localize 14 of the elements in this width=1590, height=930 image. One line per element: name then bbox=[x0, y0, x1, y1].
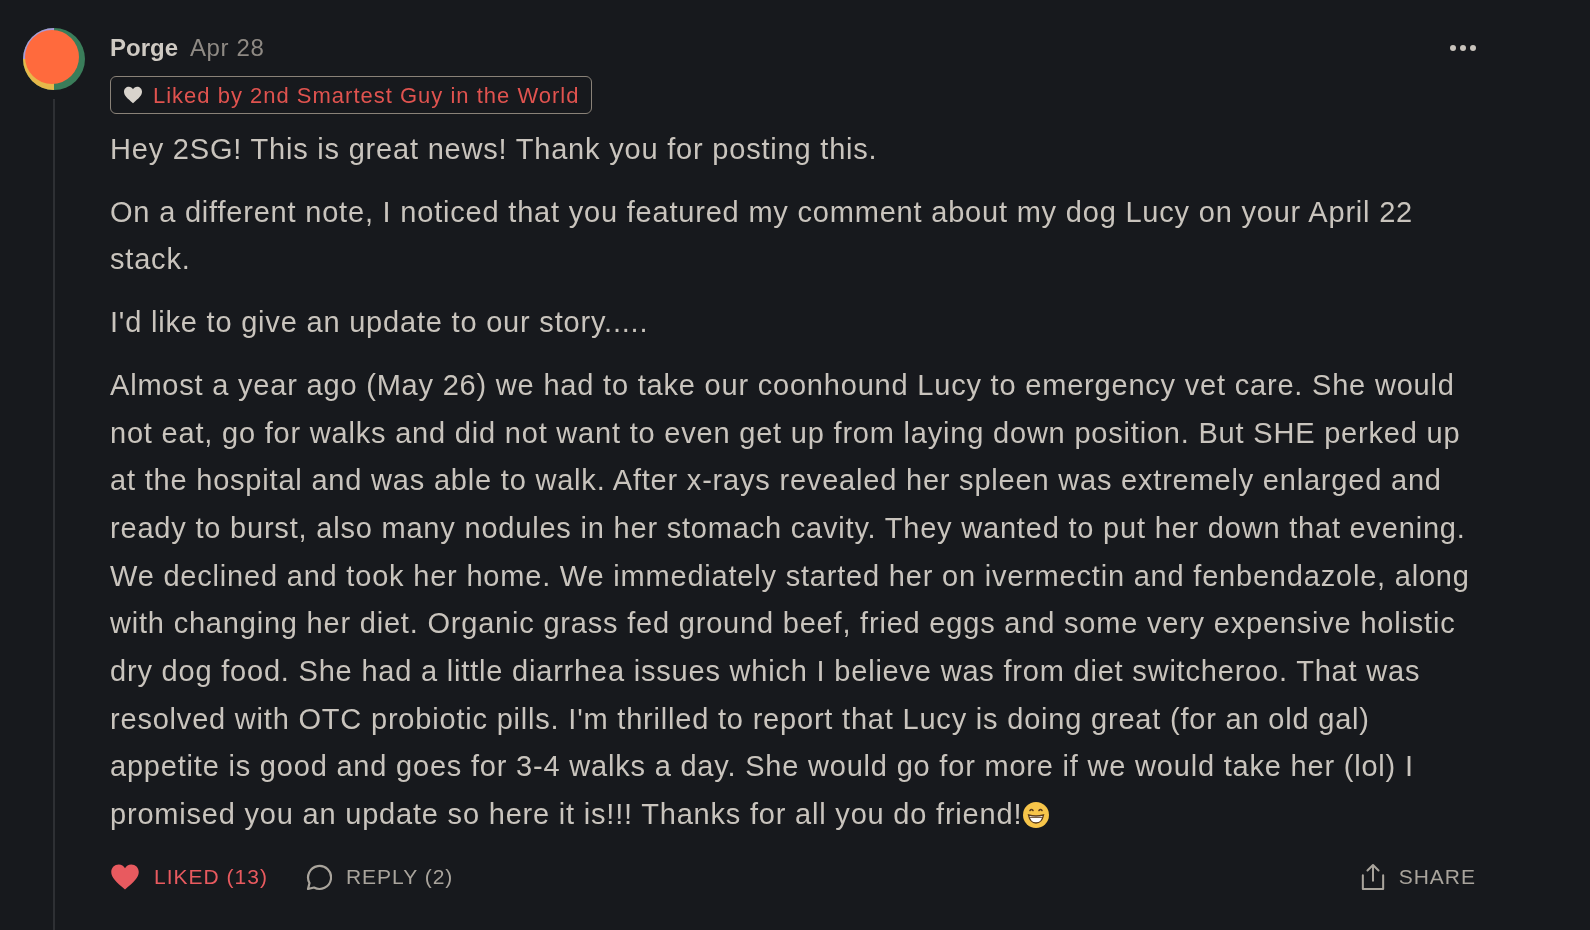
heart-icon bbox=[123, 86, 143, 104]
author-name[interactable]: Porge bbox=[110, 30, 178, 66]
comment-paragraph: I'd like to give an update to our story..... bbox=[110, 305, 650, 341]
comment-paragraph: Almost a year ago (May 26) we had to take our coonhound Lucy to emergency vet care. She would not eat, go for walks and did not want to even get up from laying down position. But SHE perked up at the hospital and was able to walk. After x-rays revealed her spleen was extremely enlarged and ready to burst, also many nodules in her stomach cavity. They wanted to put her down that evening. We declined and took her home. We immediately started her on ivermectin and fenbendazole, along with changing her diet. Organic grass fed ground beef, fried eggs and some very expensive holistic dry dog food. She had a little diarrhea issues which I believe was from diet switcheroo. That was resolved with OTC probiotic pills. I'm thrilled to report that Lucy is doing great (for an old gal) appetite is good and goes for 3-4 walks a day. She would go for more if we would take her (lol) I promised you an update so here it is!!! Thanks for all you do friend! bbox=[110, 367, 1471, 833]
comment-date[interactable]: Apr 28 bbox=[190, 30, 265, 66]
ellipsis-icon bbox=[1450, 45, 1476, 51]
like-button[interactable]: LIKED (13) bbox=[110, 860, 268, 893]
badge-text: Liked by 2nd Smartest Guy in the World bbox=[153, 81, 580, 110]
avatar-icon bbox=[22, 27, 86, 91]
share-icon bbox=[1360, 862, 1385, 891]
comment-paragraph: On a different note, I noticed that you featured my comment about my dog Lucy on your April 22 stack. bbox=[110, 194, 1415, 278]
share-button[interactable]: SHARE bbox=[1360, 860, 1476, 893]
comment-paragraph: Hey 2SG! This is great news! Thank you for posting this. bbox=[110, 132, 879, 167]
reply-button[interactable]: REPLY (2) bbox=[303, 860, 454, 893]
